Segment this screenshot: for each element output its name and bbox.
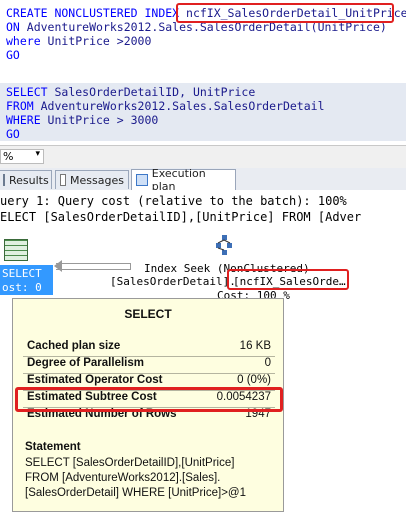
subtree-cost-highlight bbox=[15, 387, 283, 412]
code-line[interactable]: GO bbox=[6, 48, 20, 62]
statement-line: FROM [AdventureWorks2012].[Sales]. bbox=[25, 472, 221, 484]
tab-results[interactable]: Results bbox=[0, 170, 52, 189]
tab-execution-plan[interactable]: Execution plan bbox=[131, 167, 236, 193]
statement-line: [SalesOrderDetail] WHERE [UnitPrice]>@1 bbox=[25, 487, 246, 499]
select-label: SELECT bbox=[2, 267, 42, 280]
tab-messages[interactable]: Messages bbox=[55, 170, 129, 189]
result-tabs: Results Messages Execution plan bbox=[0, 167, 406, 193]
code-line[interactable]: SELECT SalesOrderDetailID, UnitPrice bbox=[6, 85, 255, 99]
index-seek-table: [SalesOrderDetail]. bbox=[110, 275, 236, 288]
messages-icon bbox=[60, 174, 67, 186]
index-name-highlight bbox=[227, 269, 349, 290]
grid-icon bbox=[3, 174, 5, 186]
chevron-down-icon: ▾ bbox=[35, 149, 40, 159]
query-cost-header: uery 1: Query cost (relative to the batc… bbox=[0, 194, 347, 208]
tooltip-title: SELECT bbox=[124, 307, 172, 321]
code-line[interactable]: FROM AdventureWorks2012.Sales.SalesOrder… bbox=[6, 99, 325, 113]
select-operator-box[interactable]: SELECT ost: 0 % bbox=[0, 265, 53, 307]
select-operator-icon[interactable] bbox=[4, 239, 28, 261]
zoom-select[interactable]: % ▾ bbox=[0, 149, 44, 164]
statement-line: SELECT [SalesOrderDetailID],[UnitPrice] bbox=[25, 457, 235, 469]
tooltip-row: Cached plan size 16 KB bbox=[23, 339, 275, 357]
index-name-highlight bbox=[176, 3, 394, 23]
code-line[interactable]: where UnitPrice >2000 bbox=[6, 34, 151, 48]
flow-arrow bbox=[56, 263, 131, 270]
arrow-head-icon bbox=[54, 260, 62, 272]
zoom-bar: % ▾ bbox=[0, 145, 406, 169]
plan-icon bbox=[136, 174, 148, 186]
index-seek-icon[interactable] bbox=[214, 234, 234, 256]
statement-title: Statement bbox=[25, 441, 81, 453]
query-editor[interactable]: CREATE NONCLUSTERED INDEX ncfIX_SalesOrd… bbox=[0, 0, 406, 145]
code-line[interactable]: WHERE UnitPrice > 3000 bbox=[6, 113, 158, 127]
query-text-header: ELECT [SalesOrderDetailID],[UnitPrice] F… bbox=[0, 210, 362, 224]
zoom-value: % bbox=[3, 150, 14, 163]
operator-tooltip: SELECT Cached plan size 16 KB Degree of P… bbox=[12, 298, 284, 512]
code-line[interactable]: GO bbox=[6, 127, 20, 141]
tooltip-row: Degree of Parallelism 0 bbox=[23, 356, 275, 374]
